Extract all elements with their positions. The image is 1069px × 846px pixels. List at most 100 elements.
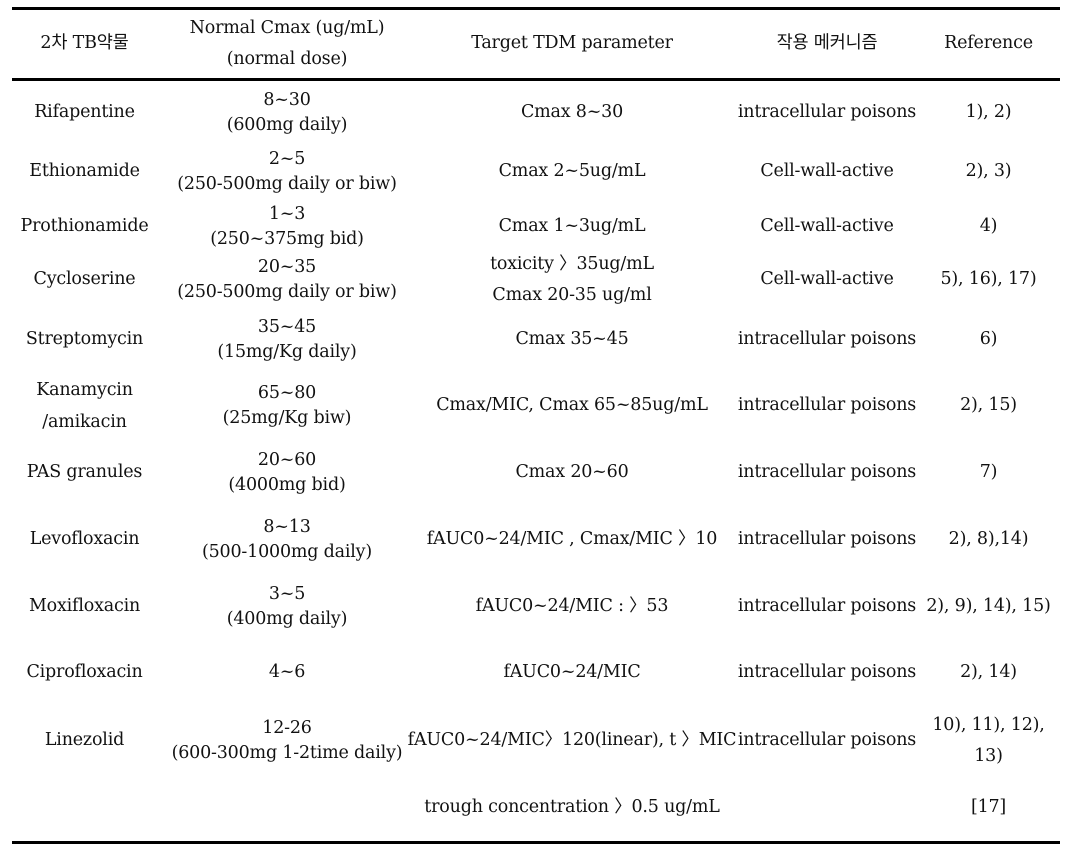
- mechanism-value: intracellular poisons: [737, 662, 917, 683]
- cmax-value: 4~6: [268, 662, 306, 683]
- reference-value: 2), 9), 14), 15): [926, 596, 1051, 617]
- header-cmax-line2: (normal dose): [226, 49, 348, 69]
- cmax-value: 8~13: [263, 516, 311, 537]
- cmax-cell: [157, 776, 417, 840]
- cmax-cell: 12-26 (600-300mg 1-2time daily): [157, 706, 417, 776]
- reference-value: 7): [979, 462, 998, 483]
- reference-value: 13): [974, 746, 1003, 766]
- table-row: PAS granules 20~60 (4000mg bid) Cmax 20~60 i…: [12, 440, 1060, 506]
- reference-value: 2), 8),14): [948, 529, 1029, 550]
- cmax-cell: 35~45 (15mg/Kg daily): [157, 308, 417, 372]
- reference-value: [17]: [970, 797, 1007, 818]
- target-parameter: trough concentration 〉0.5 ug/mL: [424, 797, 720, 818]
- reference-cell: 2), 14): [917, 640, 1060, 706]
- reference-value: 6): [979, 329, 998, 350]
- mechanism-value: Cell-wall-active: [760, 161, 894, 182]
- header-reference: Reference: [917, 10, 1060, 78]
- reference-cell: 2), 15): [917, 372, 1060, 440]
- drug-name: Streptomycin: [25, 329, 144, 350]
- mechanism-value: intracellular poisons: [737, 462, 917, 483]
- mechanism-cell: intracellular poisons: [727, 440, 927, 506]
- cmax-cell: 20~60 (4000mg bid): [157, 440, 417, 506]
- drug-cell: Cycloserine: [12, 252, 157, 308]
- drug-cell: Ethionamide: [12, 142, 157, 202]
- table-row: Cycloserine 20~35 (250-500mg daily or biw)…: [12, 252, 1060, 308]
- target-parameter: fAUC0~24/MIC , Cmax/MIC 〉10: [426, 529, 718, 550]
- drug-cell: Levofloxacin: [12, 506, 157, 574]
- target-cell: fAUC0~24/MIC: [412, 640, 732, 706]
- drug-name: Cycloserine: [33, 269, 136, 290]
- mechanism-value: intracellular poisons: [737, 329, 917, 350]
- target-parameter: Cmax 1~3ug/mL: [498, 216, 646, 237]
- target-cell: toxicity 〉35ug/mL Cmax 20-35 ug/ml: [412, 252, 732, 308]
- header-target: Target TDM parameter: [412, 10, 732, 78]
- header-reference-label: Reference: [944, 33, 1033, 54]
- cmax-value: 65~80: [257, 382, 317, 403]
- reference-value: 2), 3): [965, 161, 1012, 182]
- mechanism-cell: Cell-wall-active: [727, 142, 927, 202]
- cmax-cell: 8~30 (600mg daily): [157, 84, 417, 142]
- drug-name: Rifapentine: [34, 102, 135, 123]
- reference-value: 10), 11), 12),: [932, 715, 1045, 736]
- cmax-value: 8~30: [263, 89, 311, 110]
- target-parameter: Cmax 20~60: [515, 462, 629, 483]
- drug-name: Ciprofloxacin: [26, 662, 143, 683]
- target-parameter: fAUC0~24/MIC〉120(linear), t 〉MIC: [407, 730, 737, 751]
- mechanism-value: intracellular poisons: [737, 395, 917, 416]
- reference-cell: 2), 9), 14), 15): [917, 574, 1060, 640]
- mechanism-cell: intracellular poisons: [727, 308, 927, 372]
- drug-name: Levofloxacin: [29, 529, 140, 550]
- normal-dose: (500-1000mg daily): [202, 542, 372, 562]
- drug-cell: Kanamycin/amikacin: [12, 372, 157, 440]
- target-parameter: fAUC0~24/MIC : 〉53: [475, 596, 669, 617]
- normal-dose: (400mg daily): [226, 609, 348, 629]
- table-row: Moxifloxacin 3~5 (400mg daily) fAUC0~24/MIC…: [12, 574, 1060, 640]
- mechanism-value: intracellular poisons: [737, 596, 917, 617]
- header-cmax: Normal Cmax (ug/mL) (normal dose): [157, 10, 417, 78]
- header-mechanism: 작용 메커니즘: [727, 10, 927, 78]
- target-parameter: Cmax/MIC, Cmax 65~85ug/mL: [436, 395, 708, 416]
- header-mechanism-label: 작용 메커니즘: [776, 33, 878, 54]
- cmax-value: 3~5: [268, 583, 306, 604]
- table-row: Prothionamide 1~3 (250~375mg bid) Cmax 1~3u…: [12, 202, 1060, 252]
- normal-dose: (15mg/Kg daily): [217, 342, 357, 362]
- target-cell: trough concentration 〉0.5 ug/mL: [412, 776, 732, 840]
- reference-cell: 2), 8),14): [917, 506, 1060, 574]
- normal-dose: (600-300mg 1-2time daily): [171, 743, 403, 763]
- drug-name: Ethionamide: [29, 161, 140, 182]
- bottom-rule: [12, 841, 1060, 844]
- header-rule: [12, 78, 1060, 81]
- reference-cell: 5), 16), 17): [917, 252, 1060, 308]
- target-cell: Cmax 35~45: [412, 308, 732, 372]
- mechanism-cell: intracellular poisons: [727, 506, 927, 574]
- drug-name: PAS granules: [26, 462, 143, 483]
- drug-cell: [12, 776, 157, 840]
- table-row: Kanamycin/amikacin 65~80 (25mg/Kg biw) Cmax…: [12, 372, 1060, 440]
- drug-cell: Linezolid: [12, 706, 157, 776]
- target-parameter: Cmax 35~45: [515, 329, 629, 350]
- target-parameter: Cmax 2~5ug/mL: [498, 161, 646, 182]
- mechanism-value: intracellular poisons: [737, 102, 917, 123]
- cmax-value: 35~45: [257, 316, 317, 337]
- target-cell: Cmax 2~5ug/mL: [412, 142, 732, 202]
- target-cell: fAUC0~24/MIC , Cmax/MIC 〉10: [412, 506, 732, 574]
- cmax-cell: 2~5 (250-500mg daily or biw): [157, 142, 417, 202]
- table-row: trough concentration 〉0.5 ug/mL [17]: [12, 776, 1060, 840]
- table-row: Levofloxacin 8~13 (500-1000mg daily) fAUC0~…: [12, 506, 1060, 574]
- drug-cell: Streptomycin: [12, 308, 157, 372]
- table-row: Ethionamide 2~5 (250-500mg daily or biw) Cm…: [12, 142, 1060, 202]
- drug-cell: Moxifloxacin: [12, 574, 157, 640]
- target-cell: Cmax 1~3ug/mL: [412, 202, 732, 252]
- normal-dose: (25mg/Kg biw): [222, 408, 352, 428]
- normal-dose: (250-500mg daily or biw): [177, 282, 397, 302]
- mechanism-cell: intracellular poisons: [727, 706, 927, 776]
- table-row: Rifapentine 8~30 (600mg daily) Cmax 8~30 int…: [12, 84, 1060, 142]
- target-cell: Cmax 20~60: [412, 440, 732, 506]
- reference-value: 2), 14): [960, 662, 1017, 683]
- cmax-value: 20~60: [257, 449, 317, 470]
- cmax-value: 12-26: [262, 717, 312, 738]
- mechanism-value: Cell-wall-active: [760, 216, 894, 237]
- cmax-cell: 3~5 (400mg daily): [157, 574, 417, 640]
- reference-cell: [17]: [917, 776, 1060, 840]
- reference-value: 5), 16), 17): [940, 269, 1037, 290]
